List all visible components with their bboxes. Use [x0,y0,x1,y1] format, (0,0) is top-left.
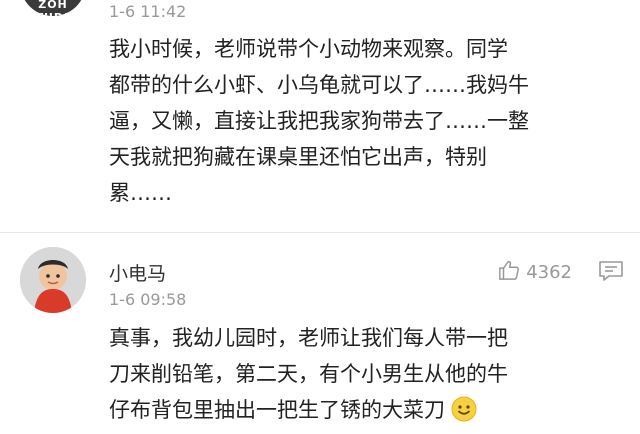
avatar[interactable]: ZOH STUDIO [20,0,86,16]
comment-text: 我小时候，老师说带个小动物来观察。同学 都带的什么小虾、小乌龟就可以了……我妈牛… [109,37,529,205]
avatar-logo-text: ZOH STUDIO [27,0,79,16]
comment-time: 1-6 09:58 [109,290,187,309]
avatar[interactable] [20,247,86,313]
comment-item: ZOH STUDIO 1-6 11:42 我小时候，老师说带个小动物来观察。同学… [0,0,640,232]
comment-time: 1-6 11:42 [109,2,187,21]
comment-text: 真事，我幼儿园时，老师让我们每人带一把 刀来削铅笔，第二天，有个小男生从他的牛 … [109,320,614,433]
comment-icon [598,261,624,287]
comment-item: 小电马 1-6 09:58 4362 真事，我幼儿园时，老师让我们每人带一把 刀… [0,233,640,434]
like-button[interactable]: 4362 [498,259,572,286]
smile-emoji-icon [451,396,477,433]
commenter-name[interactable]: 小电马 [109,259,166,286]
thumbs-up-icon [498,259,520,286]
like-count: 4362 [526,262,572,283]
comment-text-content: 真事，我幼儿园时，老师让我们每人带一把 刀来削铅笔，第二天，有个小男生从他的牛 … [109,326,508,422]
reply-button[interactable] [598,259,624,287]
